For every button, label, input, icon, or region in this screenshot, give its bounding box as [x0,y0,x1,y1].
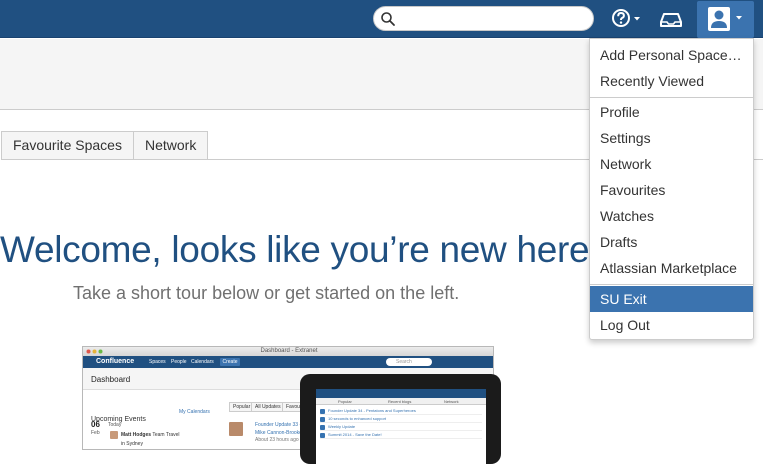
preview-event: Matt Hodges Team Travel [121,432,180,438]
preview-avatar [110,431,118,439]
search-box[interactable] [373,6,594,31]
preview-nav-link: Spaces [149,359,166,365]
preview-page-title: Dashboard [91,375,131,384]
user-menu-button[interactable] [697,1,754,38]
menu-item-drafts[interactable]: Drafts [590,229,753,255]
search-icon [381,12,395,26]
preview-window-title: Dashboard - Extranet [83,347,493,356]
menu-item-add-personal-space[interactable]: Add Personal Space… [590,42,753,68]
menu-item-watches[interactable]: Watches [590,203,753,229]
tab-favourite-spaces[interactable]: Favourite Spaces [1,131,134,160]
window-controls-icon [86,349,103,354]
user-silhouette-icon [708,7,742,31]
menu-item-settings[interactable]: Settings [590,125,753,151]
menu-separator [590,284,753,285]
preview-tablet-tab: Popular [338,399,352,404]
chevron-down-icon [634,17,640,21]
menu-separator [590,97,753,98]
preview-tablet-row: 10 seconds to enhanced support [320,416,482,423]
menu-item-log-out[interactable]: Log Out [590,312,753,338]
preview-logo: Confluence [96,358,135,365]
preview-tablet-tab: Recent blogs [388,399,412,404]
preview-tablet-row: Weekly Update [320,424,482,431]
search-input[interactable] [400,9,588,28]
preview-tablet-screen: Popular Recent blogs Network Founder Upd… [316,389,486,464]
menu-item-atlassian-marketplace[interactable]: Atlassian Marketplace [590,255,753,281]
menu-item-profile[interactable]: Profile [590,99,753,125]
top-navigation-bar [0,0,763,38]
preview-feed-time: About 23 hours ago [255,437,299,443]
preview-day-number: 06 [91,420,100,429]
preview-tablet-image: Popular Recent blogs Network Founder Upd… [300,374,501,464]
preview-feed-author: Mike Cannon-Brookes [255,430,305,436]
preview-feed-avatar [229,422,243,436]
menu-item-network[interactable]: Network [590,151,753,177]
preview-nav-bar: Confluence Spaces People Calendars Creat… [83,356,493,368]
notifications-button[interactable] [658,6,684,32]
preview-tablet-tabs: Popular Recent blogs Network [316,398,486,405]
preview-tablet-row: Summit 2014 - Save the Date! [320,432,482,439]
preview-nav-link: Calendars [191,359,214,365]
preview-nav-link: People [171,359,187,365]
preview-create-button: Create [220,358,240,366]
tab-network[interactable]: Network [133,131,208,160]
preview-event-line2: in Sydney [121,441,143,447]
menu-item-recently-viewed[interactable]: Recently Viewed [590,68,753,94]
preview-my-calendars-link: My Calendars [179,409,210,415]
help-menu-button[interactable] [608,6,648,32]
welcome-heading: Welcome, looks like you’re new here [0,229,590,270]
inbox-tray-icon [660,13,682,27]
question-circle-icon [612,9,640,27]
preview-tablet-tab: Network [444,399,459,404]
menu-item-su-exit[interactable]: SU Exit [590,286,753,312]
preview-tablet-row: Founder Update 34 - Pentatons and Superh… [320,408,482,415]
chevron-down-icon [736,16,742,20]
user-dropdown-menu: Add Personal Space… Recently Viewed Prof… [589,38,754,340]
preview-feed-tab: All Updates [251,402,285,412]
preview-tablet-nav [316,389,486,398]
preview-feed-title: Founder Update 33 - [255,422,302,428]
preview-search: Search [386,358,432,366]
preview-month: Feb [91,430,100,436]
menu-item-favourites[interactable]: Favourites [590,177,753,203]
preview-day-label: Today [108,422,122,428]
welcome-subtitle: Take a short tour below or get started o… [73,283,460,303]
